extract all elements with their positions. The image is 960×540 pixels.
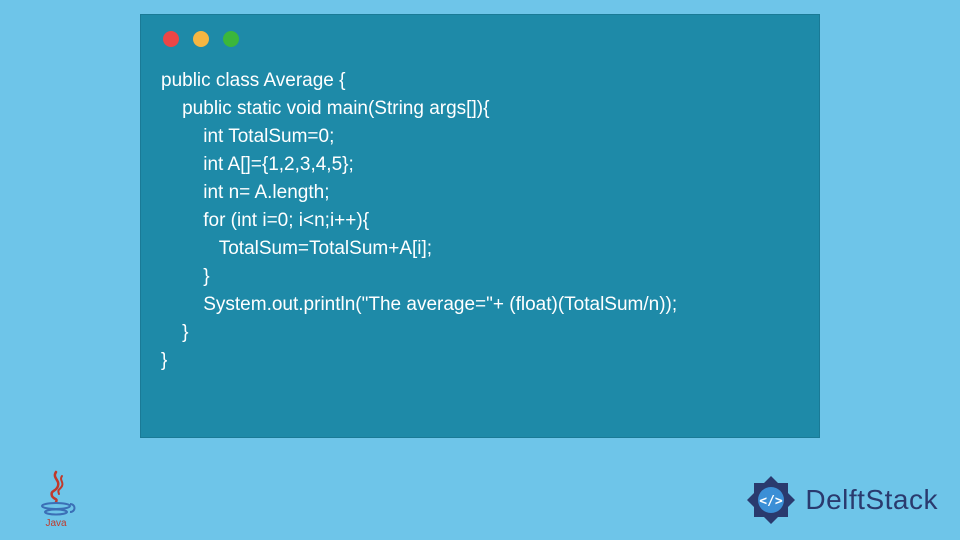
svg-text:</>: </>: [760, 494, 784, 509]
code-line: for (int i=0; i<n;i++){: [161, 210, 369, 231]
delftstack-logo-icon: </>: [743, 472, 799, 528]
code-line: public class Average {: [161, 70, 346, 91]
java-label: Java: [45, 518, 67, 528]
code-line: int A[]={1,2,3,4,5};: [161, 154, 354, 175]
code-line: TotalSum=TotalSum+A[i];: [161, 238, 432, 259]
code-window: public class Average { public static voi…: [140, 14, 820, 438]
brand-name: DelftStack: [805, 484, 938, 516]
code-line: int TotalSum=0;: [161, 126, 334, 147]
code-line: }: [161, 322, 188, 343]
code-line: }: [161, 350, 167, 371]
code-line: public static void main(String args[]){: [161, 98, 489, 119]
code-block: public class Average { public static voi…: [141, 47, 819, 375]
window-controls: [141, 15, 819, 47]
code-line: }: [161, 266, 210, 287]
code-line: int n= A.length;: [161, 182, 329, 203]
close-icon: [163, 31, 179, 47]
code-line: System.out.println("The average="+ (floa…: [161, 294, 677, 315]
maximize-icon: [223, 31, 239, 47]
delftstack-brand: </> DelftStack: [743, 472, 938, 528]
minimize-icon: [193, 31, 209, 47]
java-logo-icon: Java: [32, 470, 80, 528]
